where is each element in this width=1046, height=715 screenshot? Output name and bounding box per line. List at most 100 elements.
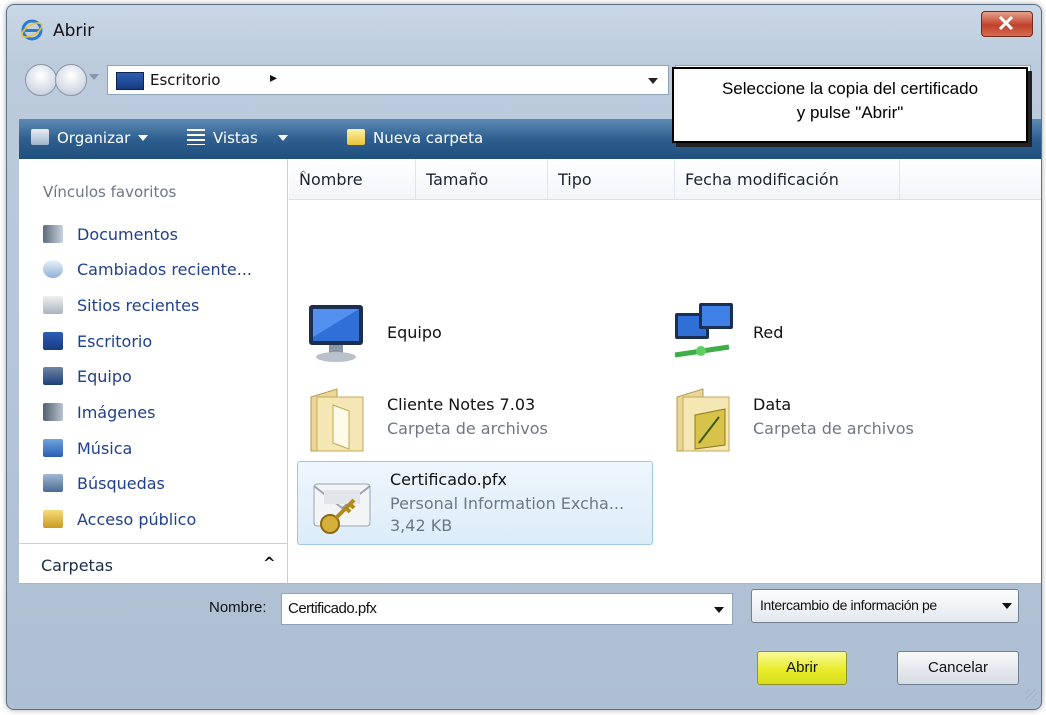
- desktop-icon: [43, 332, 63, 350]
- file-name: Data: [753, 395, 792, 414]
- column-label: Fecha modificación: [685, 170, 839, 189]
- network-icon: [674, 303, 733, 358]
- sidebar-item-label: Búsquedas: [77, 474, 165, 493]
- views-menu[interactable]: Vistas: [187, 129, 288, 147]
- organize-menu[interactable]: Organizar: [31, 129, 149, 147]
- sidebar-item-label: Imágenes: [77, 403, 156, 422]
- address-location[interactable]: Escritorio: [150, 71, 220, 89]
- chevron-up-icon[interactable]: ^: [263, 554, 276, 572]
- column-header-tamano[interactable]: Tamaño: [416, 159, 548, 199]
- internet-explorer-icon: [21, 19, 43, 41]
- callout-line-1: Seleccione la copia del certificado: [721, 79, 979, 98]
- computer-icon: [43, 367, 63, 385]
- navigation-pane: Vínculos favoritos Documentos Cambiados …: [19, 159, 288, 583]
- column-header-fecha[interactable]: Fecha modificación: [675, 159, 900, 199]
- searches-icon: [43, 474, 63, 492]
- sidebar-item-label: Escritorio: [77, 332, 153, 351]
- filename-input[interactable]: Certificado.pfx: [281, 593, 733, 625]
- views-label: Vistas: [213, 129, 258, 147]
- dialog-body: Vínculos favoritos Documentos Cambiados …: [19, 159, 1041, 584]
- new-folder-icon: [347, 129, 365, 145]
- dialog-footer: Nombre: Certificado.pfx Intercambio de i…: [19, 583, 1041, 705]
- recent-places-icon: [43, 296, 63, 314]
- recent-changed-icon: [43, 260, 63, 278]
- sidebar-item-musica[interactable]: Música: [43, 439, 132, 465]
- window-title: Abrir: [53, 21, 95, 41]
- instruction-callout: Seleccione la copia del certificado y pu…: [672, 67, 1028, 143]
- folders-toggle[interactable]: Carpetas ^: [19, 543, 287, 584]
- column-header-row: ^ Nombre Tamaño Tipo Fecha modificación: [289, 159, 1041, 200]
- sidebar-item-escritorio[interactable]: Escritorio: [43, 332, 152, 358]
- sidebar-item-acceso-publico[interactable]: Acceso público: [43, 510, 196, 536]
- file-type-select[interactable]: Intercambio de información pe: [751, 589, 1019, 623]
- organize-icon: [31, 129, 49, 145]
- file-item-certificado[interactable]: Certificado.pfx Personal Information Exc…: [297, 461, 653, 545]
- favorites-title: Vínculos favoritos: [43, 183, 177, 201]
- file-type-dropdown[interactable]: [996, 590, 1018, 622]
- file-list: ^ Nombre Tamaño Tipo Fecha modificación E…: [289, 159, 1041, 583]
- sidebar-item-equipo[interactable]: Equipo: [43, 367, 132, 393]
- folder-icon: [676, 388, 730, 452]
- file-type: Personal Information Excha...: [390, 494, 625, 513]
- column-label: Nombre: [299, 170, 363, 189]
- chevron-down-icon: [277, 135, 288, 141]
- sidebar-item-label: Equipo: [77, 367, 132, 386]
- sidebar-item-busquedas[interactable]: Búsquedas: [43, 474, 165, 500]
- open-file-dialog: Abrir Escritorio ▸ ? Seleccione la copia…: [6, 4, 1042, 710]
- documents-icon: [43, 225, 63, 243]
- resize-grip[interactable]: [1025, 689, 1037, 701]
- computer-icon: [309, 305, 363, 362]
- column-header-nombre[interactable]: ^ Nombre: [289, 159, 416, 199]
- file-type-value: Intercambio de información pe: [760, 597, 937, 613]
- file-name: Red: [753, 323, 784, 342]
- pictures-icon: [43, 403, 63, 421]
- sidebar-item-documentos[interactable]: Documentos: [43, 225, 178, 251]
- breadcrumb-arrow[interactable]: ▸: [270, 70, 277, 86]
- filename-value[interactable]: Certificado.pfx: [288, 600, 377, 617]
- file-item-equipo[interactable]: Equipo: [295, 289, 651, 369]
- sidebar-item-label: Sitios recientes: [77, 296, 200, 315]
- file-type: Carpeta de archivos: [387, 419, 548, 438]
- column-header-tipo[interactable]: Tipo: [548, 159, 675, 199]
- sidebar-item-imagenes[interactable]: Imágenes: [43, 403, 155, 429]
- title-bar: Abrir: [7, 5, 1041, 49]
- sidebar-item-label: Documentos: [77, 225, 179, 244]
- address-bar[interactable]: Escritorio ▸: [107, 65, 669, 95]
- public-icon: [43, 510, 63, 528]
- recent-pages-dropdown[interactable]: [89, 74, 99, 80]
- open-button[interactable]: Abrir: [757, 651, 847, 685]
- column-label: Tamaño: [426, 170, 489, 189]
- cancel-button[interactable]: Cancelar: [897, 651, 1019, 685]
- music-icon: [43, 439, 63, 457]
- column-label: Tipo: [558, 170, 592, 189]
- back-button[interactable]: [25, 64, 57, 96]
- folder-icon: [310, 388, 364, 452]
- file-name: Equipo: [387, 323, 442, 342]
- sidebar-item-label: Acceso público: [77, 510, 197, 529]
- close-icon: [998, 16, 1014, 30]
- new-folder-label: Nueva carpeta: [373, 129, 484, 147]
- file-size: 3,42 KB: [390, 516, 453, 535]
- file-item-red[interactable]: Red: [661, 289, 1017, 369]
- filename-label: Nombre:: [209, 599, 267, 616]
- chevron-down-icon: [1002, 603, 1012, 609]
- address-dropdown-icon[interactable]: [648, 78, 658, 84]
- chevron-down-icon: [138, 135, 149, 141]
- file-type: Carpeta de archivos: [753, 419, 914, 438]
- forward-button[interactable]: [55, 64, 87, 96]
- sidebar-item-cambiados[interactable]: Cambiados reciente...: [43, 260, 252, 286]
- folders-label: Carpetas: [41, 556, 113, 575]
- callout-line-2: y pulse "Abrir": [796, 103, 904, 122]
- new-folder-button[interactable]: Nueva carpeta: [347, 129, 483, 147]
- close-button[interactable]: [981, 11, 1033, 37]
- file-name: Certificado.pfx: [390, 470, 507, 489]
- sidebar-item-label: Cambiados reciente...: [77, 260, 253, 279]
- organize-label: Organizar: [57, 129, 131, 147]
- file-item-cliente-notes[interactable]: Cliente Notes 7.03 Carpeta de archivos: [295, 377, 651, 457]
- chevron-down-icon[interactable]: [714, 607, 724, 613]
- file-name: Cliente Notes 7.03: [387, 395, 536, 414]
- views-icon: [187, 129, 205, 145]
- file-item-data[interactable]: Data Carpeta de archivos: [661, 377, 1017, 457]
- sidebar-item-sitios[interactable]: Sitios recientes: [43, 296, 199, 322]
- certificate-icon: [313, 483, 371, 534]
